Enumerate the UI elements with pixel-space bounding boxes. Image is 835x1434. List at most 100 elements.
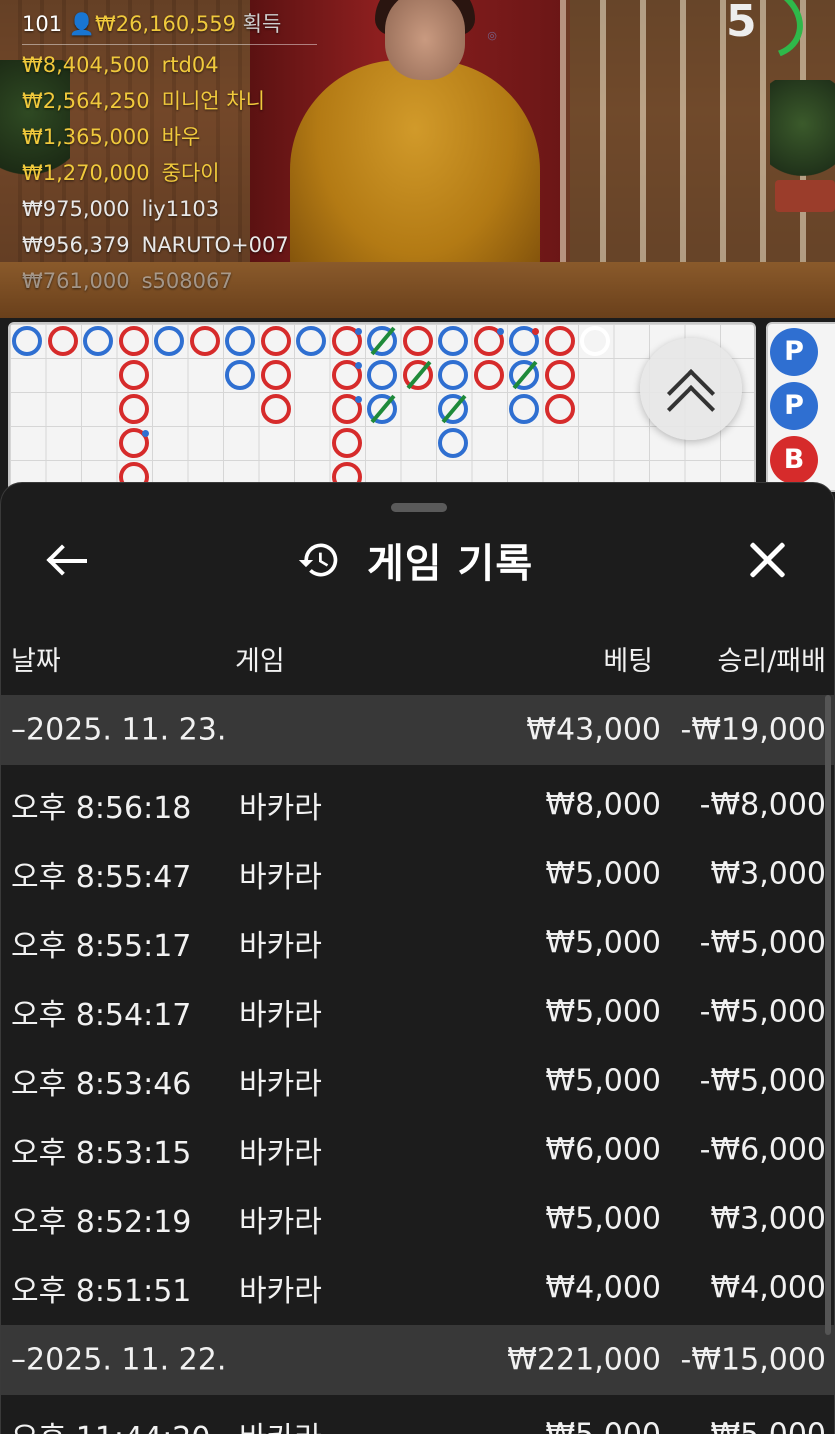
column-header-date: 날짜 (11, 646, 61, 677)
player-bead (296, 326, 326, 356)
banker-chip: B (770, 436, 818, 484)
pair-marker (354, 396, 362, 403)
game-name: 바카라 (239, 1135, 322, 1171)
round-time: 오후 8:55:17 (11, 928, 192, 964)
round-time: 오후 8:53:15 (11, 1135, 192, 1171)
sheet-title: 게임 기록 (367, 541, 534, 587)
day-date: –2025. 11. 22. (11, 1342, 227, 1378)
column-header-result: 승리/패배 (717, 646, 826, 677)
banker-bead (544, 394, 575, 424)
tie-marker (441, 394, 467, 424)
banker-bead (118, 360, 149, 390)
game-name: 바카라 (239, 859, 322, 895)
history-row[interactable]: 오후 8:55:17 바카라 ₩5,000 -₩5,000 (1, 908, 834, 977)
player-bead (509, 394, 539, 424)
player-bead (83, 326, 113, 356)
pair-marker (141, 430, 149, 437)
game-history-sheet: 게임 기록 날짜 게임 베팅 승리/패배 –2025. 11. 23. ₩43,0… (0, 482, 835, 1434)
banker-bead (402, 326, 433, 356)
game-name: 바카라 (239, 928, 322, 964)
player-chip: P (770, 382, 818, 430)
round-time: 오후 8:53:46 (11, 1066, 192, 1102)
banker-bead (189, 326, 220, 356)
winner-row: ₩1,365,000 바우 (22, 125, 201, 149)
bet-amount: ₩5,000 (545, 1201, 661, 1236)
banker-bead (118, 428, 149, 458)
tie-marker (370, 326, 396, 356)
player-bead (154, 326, 184, 356)
day-result-total: -₩19,000 (680, 712, 826, 748)
winner-row: ₩956,379 NARUTO+007 (22, 233, 289, 257)
sheet-drag-handle[interactable] (391, 503, 447, 512)
live-video: 101 👤₩26,160,559 획득 ₩8,404,500 rtd04 ₩2,5… (0, 0, 835, 318)
result-amount: -₩5,000 (699, 925, 826, 960)
game-name: 바카라 (239, 1204, 322, 1240)
result-amount: ₩3,000 (710, 1201, 826, 1236)
round-time: 오후 8:51:51 (11, 1273, 192, 1309)
banker-bead (331, 428, 362, 458)
scrollbar[interactable] (825, 695, 831, 1335)
pair-marker (354, 328, 362, 335)
banker-bead (402, 360, 433, 390)
player-bead (367, 326, 397, 356)
result-amount: -₩5,000 (699, 1063, 826, 1098)
bet-amount: ₩4,000 (545, 1270, 661, 1305)
banker-bead (544, 360, 575, 390)
countdown-timer: 5 (697, 0, 815, 73)
history-row[interactable]: 오후 8:51:51 바카라 ₩4,000 ₩4,000 (1, 1253, 834, 1322)
banker-bead (331, 360, 362, 390)
bet-amount: ₩5,000 (545, 994, 661, 1029)
game-name: 바카라 (239, 1273, 322, 1309)
divider (22, 44, 317, 45)
column-header-game: 게임 (235, 646, 285, 677)
day-bet-total: ₩221,000 (507, 1342, 661, 1378)
pair-marker (354, 362, 362, 369)
banker-bead (260, 360, 291, 390)
player-bead (225, 360, 255, 390)
winners-list: 101 👤₩26,160,559 획득 ₩8,404,500 rtd04 ₩2,5… (22, 6, 317, 299)
bet-amount: ₩5,000 (545, 1063, 661, 1098)
player-bead (367, 360, 397, 390)
result-amount: ₩5,000 (661, 1417, 826, 1434)
bonsai-pot (775, 180, 835, 212)
result-amount: -₩6,000 (699, 1132, 826, 1167)
banker-bead (47, 326, 78, 356)
pair-marker (532, 328, 539, 335)
banker-bead (331, 326, 362, 356)
banker-bead (473, 360, 504, 390)
player-chip: P (770, 328, 818, 376)
bet-amount: ₩5,000 (471, 1417, 661, 1434)
day-summary-row[interactable]: –2025. 11. 23. ₩43,000 -₩19,000 (1, 695, 834, 765)
history-row[interactable]: 오후 8:53:46 바카라 ₩5,000 -₩5,000 (1, 1046, 834, 1115)
history-row[interactable]: 오후 8:52:19 바카라 ₩5,000 ₩3,000 (1, 1184, 834, 1253)
expand-roads-button[interactable] (640, 338, 742, 440)
banker-bead (331, 394, 362, 424)
winners-header: 101 👤₩26,160,559 획득 (22, 6, 317, 42)
back-button[interactable] (39, 535, 99, 585)
history-row[interactable]: 오후 8:56:18 바카라 ₩8,000 -₩8,000 (1, 770, 834, 839)
banker-bead (118, 326, 149, 356)
history-row[interactable]: 오후 11:44:20 바카라 ₩5,000₩5,000 (1, 1400, 834, 1434)
banker-bead (544, 326, 575, 356)
close-button[interactable] (743, 537, 793, 583)
winner-row: ₩1,270,000 중다이 (22, 161, 220, 185)
player-bead (12, 326, 42, 356)
player-bead (367, 394, 397, 424)
banker-bead (260, 394, 291, 424)
result-amount: -₩5,000 (699, 994, 826, 1029)
tie-marker (370, 394, 396, 424)
history-row[interactable]: 오후 8:54:17 바카라 ₩5,000 -₩5,000 (1, 977, 834, 1046)
result-amount: ₩4,000 (710, 1270, 826, 1305)
bonsai-right (770, 80, 835, 190)
game-name: 바카라 (239, 790, 322, 826)
day-summary-row[interactable]: –2025. 11. 22. ₩221,000 -₩15,000 (1, 1325, 834, 1395)
banker-bead (118, 394, 149, 424)
banker-bead (473, 326, 504, 356)
history-row[interactable]: 오후 8:53:15 바카라 ₩6,000 -₩6,000 (1, 1115, 834, 1184)
round-number: 101 (22, 12, 63, 36)
round-time: 오후 8:55:47 (11, 859, 192, 895)
game-name: 바카라 (239, 1413, 322, 1434)
history-row[interactable]: 오후 8:55:47 바카라 ₩5,000 ₩3,000 (1, 839, 834, 908)
total-won: ₩26,160,559 (94, 12, 236, 36)
side-bead-road: PPB (766, 322, 835, 492)
